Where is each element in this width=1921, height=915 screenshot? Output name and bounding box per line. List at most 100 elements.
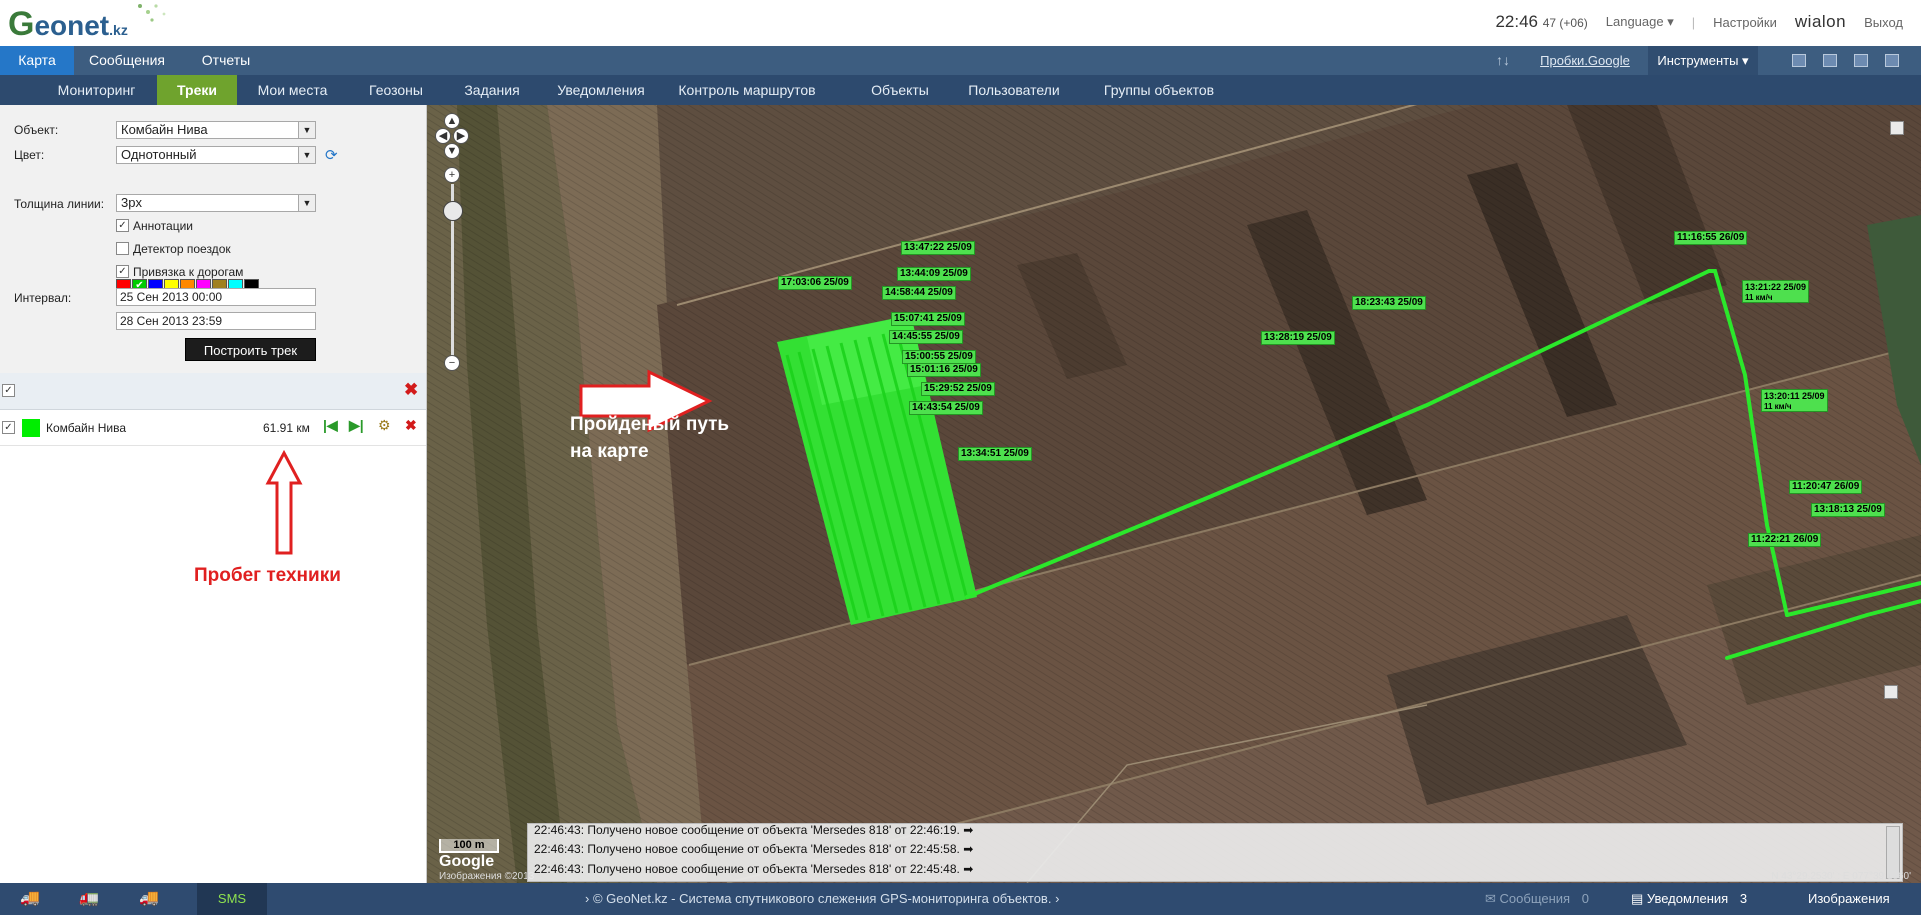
track-time-label[interactable]: 11:16:55 26/09 xyxy=(1674,231,1748,245)
color-label: Цвет: xyxy=(14,148,45,162)
sms-button[interactable]: SMS xyxy=(197,883,267,915)
track-distance: 61.91 км xyxy=(263,421,310,435)
subtab-notifications[interactable]: Уведомления xyxy=(546,75,656,105)
map-type-icon[interactable] xyxy=(1884,685,1898,699)
track-time-text: 15:01:16 25/09 xyxy=(910,364,978,375)
truck-send-icon[interactable]: 🚚 xyxy=(134,890,164,908)
go-to-end-icon[interactable]: ▶| xyxy=(349,417,364,434)
truck-list-icon[interactable]: 🚚 xyxy=(15,890,45,908)
track-time-label[interactable]: 18:23:43 25/09 xyxy=(1352,296,1426,310)
track-time-label[interactable]: 14:45:55 25/09 xyxy=(889,330,963,344)
track-time-label[interactable]: 15:29:52 25/09 xyxy=(921,382,995,396)
settings-link[interactable]: Настройки xyxy=(1713,15,1777,30)
track-time-text: 13:18:13 25/09 xyxy=(1814,504,1882,515)
thickness-select[interactable]: 3px ▼ xyxy=(116,194,316,212)
map-view[interactable]: ▲ ◀ ▶ ▼ + − 13:47:22 25/09 13:44:09 25/09… xyxy=(427,105,1921,883)
track-time-label[interactable]: 17:03:06 25/09 xyxy=(778,276,852,290)
layout-single-icon[interactable] xyxy=(1792,54,1806,67)
interval-to-input[interactable]: 28 Сен 2013 23:59 xyxy=(116,312,316,330)
tab-reports[interactable]: Отчеты xyxy=(180,46,272,75)
language-dropdown[interactable]: Language ▾ xyxy=(1606,14,1674,30)
layout-split-icon[interactable] xyxy=(1823,54,1837,67)
track-time-text: 13:28:19 25/09 xyxy=(1264,332,1332,343)
subtab-route-control[interactable]: Контроль маршрутов xyxy=(672,75,822,105)
tracks-sidebar: Объект: Комбайн Нива ▼ Цвет: Однотонный … xyxy=(0,105,427,883)
sort-arrows-icon[interactable]: ↑↓ xyxy=(1488,46,1518,75)
tab-map[interactable]: Карта xyxy=(0,46,74,75)
subtab-unit-groups[interactable]: Группы объектов xyxy=(1092,75,1226,105)
footer-notifications[interactable]: ▤ Уведомления 3 xyxy=(1631,883,1747,915)
subtab-geofences[interactable]: Геозоны xyxy=(352,75,440,105)
track-time-label[interactable]: 13:44:09 25/09 xyxy=(897,267,971,281)
track-time-label[interactable]: 14:58:44 25/09 xyxy=(882,286,956,300)
subtab-tracks[interactable]: Треки xyxy=(157,75,237,105)
clock-seconds: 47 (+06) xyxy=(1542,16,1588,30)
truck-icon[interactable]: 🚛 xyxy=(74,890,104,908)
track-visible-checkbox[interactable]: ✓ xyxy=(2,421,15,434)
track-time-label[interactable]: 13:18:13 25/09 xyxy=(1811,503,1885,517)
subtab-users[interactable]: Пользователи xyxy=(958,75,1070,105)
track-time-label[interactable]: 13:34:51 25/09 xyxy=(958,447,1032,461)
track-time-label[interactable]: 11:22:21 26/09 xyxy=(1748,533,1822,547)
logout-link[interactable]: Выход xyxy=(1864,15,1903,30)
subtab-jobs[interactable]: Задания xyxy=(452,75,532,105)
build-track-button[interactable]: Построить трек xyxy=(185,338,316,361)
up-arrow-annotation-icon xyxy=(265,449,303,555)
clock-time: 22:46 xyxy=(1495,12,1538,31)
track-time-label[interactable]: 15:07:41 25/09 xyxy=(891,312,965,326)
trip-detector-checkbox[interactable] xyxy=(116,242,129,255)
header-right: 22:46 47 (+06) Language ▾ | Настройки wi… xyxy=(1495,12,1903,32)
delete-track-icon[interactable]: ✖ xyxy=(405,417,417,434)
tools-dropdown[interactable]: Инструменты ▾ xyxy=(1648,46,1758,75)
track-time-label[interactable]: 11:20:47 26/09 xyxy=(1789,480,1863,494)
delete-all-icon[interactable]: ✖ xyxy=(404,380,418,400)
footer-notifications-count: 3 xyxy=(1739,891,1748,906)
track-time-text: 13:21:22 25/09 xyxy=(1745,282,1807,292)
arrow-right-icon[interactable]: ➡ xyxy=(963,823,973,837)
footer-messages-label: Сообщения xyxy=(1499,891,1571,906)
track-time-label[interactable]: 15:01:16 25/09 xyxy=(907,363,981,377)
zoom-out-icon[interactable]: − xyxy=(444,355,460,371)
refresh-colors-icon[interactable]: ⟳ xyxy=(325,146,338,164)
footer-messages[interactable]: ✉ Сообщения 0 xyxy=(1485,883,1589,915)
arrow-right-icon[interactable]: ➡ xyxy=(963,842,973,856)
go-to-start-icon[interactable]: |◀ xyxy=(323,417,338,434)
layout-bottom-icon[interactable] xyxy=(1854,54,1868,67)
track-settings-icon[interactable]: ⚙ xyxy=(378,417,391,434)
pan-down-icon[interactable]: ▼ xyxy=(444,143,460,159)
zoom-slider-handle[interactable] xyxy=(443,201,463,221)
pan-up-icon[interactable]: ▲ xyxy=(444,113,460,129)
snap-roads-checkbox[interactable]: ✓ xyxy=(116,265,129,278)
arrow-right-icon[interactable]: ➡ xyxy=(963,862,973,876)
track-color-swatch[interactable] xyxy=(22,419,40,437)
chevron-down-icon[interactable]: ▼ xyxy=(298,195,315,211)
layout-full-icon[interactable] xyxy=(1885,54,1899,67)
chevron-down-icon[interactable]: ▼ xyxy=(298,122,315,138)
track-time-label[interactable]: 13:28:19 25/09 xyxy=(1261,331,1335,345)
logo-g: G xyxy=(8,5,35,43)
track-time-text: 17:03:06 25/09 xyxy=(781,277,849,288)
track-time-label[interactable]: 13:21:22 25/09 11 км/ч xyxy=(1742,280,1810,303)
subtab-units[interactable]: Объекты xyxy=(860,75,940,105)
footer-images[interactable]: Изображения xyxy=(1808,883,1890,915)
messages-log[interactable]: 22:46:43: Получено новое сообщение от об… xyxy=(527,823,1903,882)
tab-messages[interactable]: Сообщения xyxy=(74,46,180,75)
track-time-label[interactable]: 13:47:22 25/09 xyxy=(901,241,975,255)
track-time-label[interactable]: 15:00:55 25/09 xyxy=(902,350,976,364)
annotations-checkbox[interactable]: ✓ xyxy=(116,219,129,232)
pan-left-icon[interactable]: ◀ xyxy=(435,128,451,144)
track-time-label[interactable]: 13:20:11 25/09 11 км/ч xyxy=(1761,389,1828,412)
zoom-in-icon[interactable]: + xyxy=(444,167,460,183)
color-mode-select[interactable]: Однотонный ▼ xyxy=(116,146,316,164)
interval-from-input[interactable]: 25 Сен 2013 00:00 xyxy=(116,288,316,306)
subtab-my-places[interactable]: Мои места xyxy=(245,75,340,105)
object-select[interactable]: Комбайн Нива ▼ xyxy=(116,121,316,139)
subtab-monitoring[interactable]: Мониторинг xyxy=(44,75,149,105)
pan-right-icon[interactable]: ▶ xyxy=(453,128,469,144)
track-time-label[interactable]: 14:43:54 25/09 xyxy=(909,401,983,415)
select-all-checkbox[interactable]: ✓ xyxy=(2,384,15,397)
map-layers-icon[interactable] xyxy=(1890,121,1904,135)
object-label: Объект: xyxy=(14,123,59,137)
chevron-down-icon[interactable]: ▼ xyxy=(298,147,315,163)
google-traffic-toggle[interactable]: Пробки.Google xyxy=(1535,46,1635,75)
